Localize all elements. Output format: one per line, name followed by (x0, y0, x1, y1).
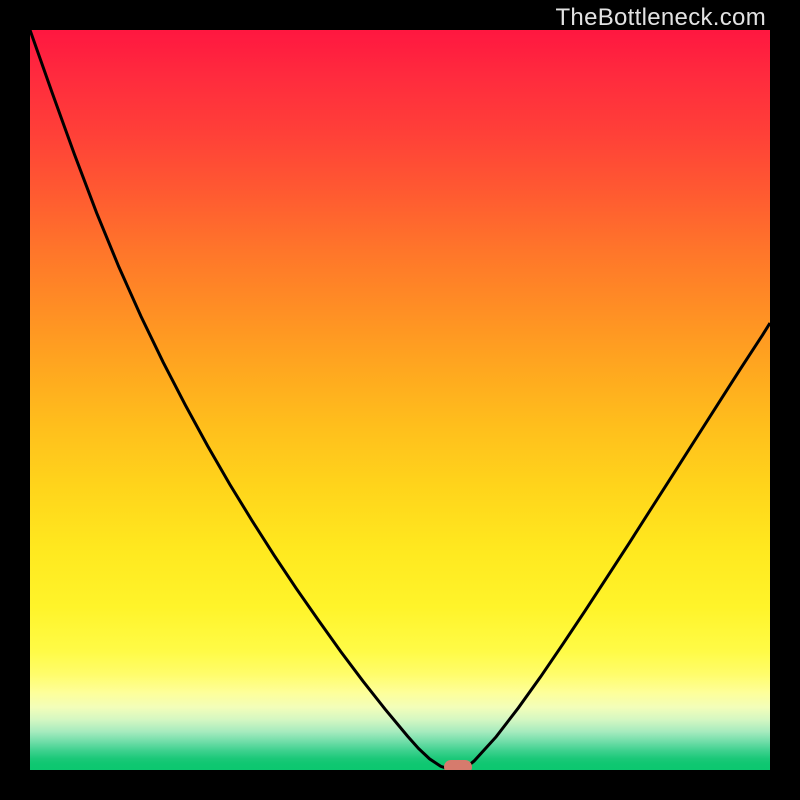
plot-area (30, 30, 770, 770)
bottleneck-curve (30, 30, 770, 770)
chart-frame: TheBottleneck.com (0, 0, 800, 800)
watermark-text: TheBottleneck.com (555, 4, 766, 32)
optimal-marker (444, 760, 472, 770)
